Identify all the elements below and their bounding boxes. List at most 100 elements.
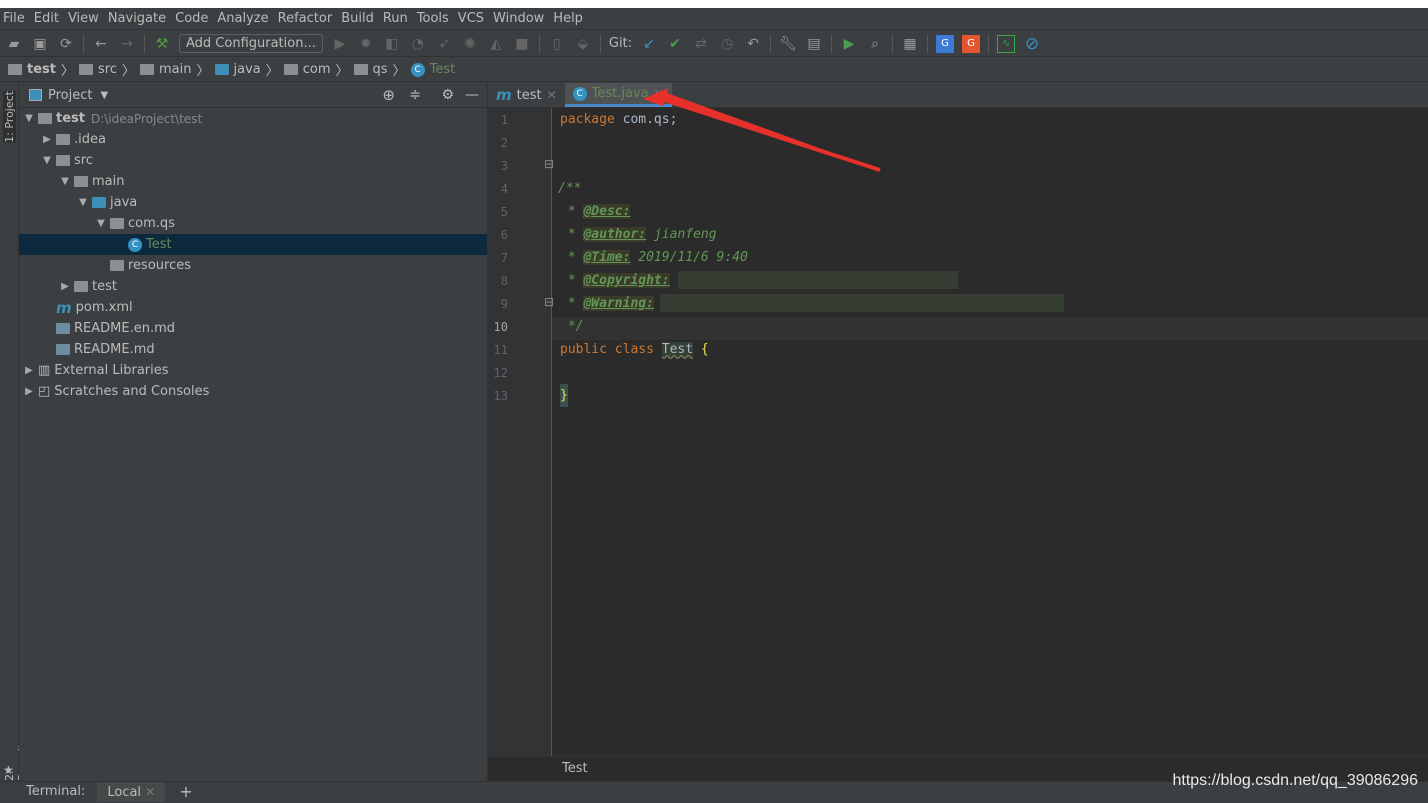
debug-remote-icon[interactable]: ✺ — [461, 35, 479, 53]
code-brace: } — [560, 384, 568, 407]
tree-item[interactable]: ▶ test — [19, 276, 487, 297]
tree-item[interactable]: ▶ ◰ Scratches and Consoles — [19, 381, 487, 402]
menu-view[interactable]: View — [68, 11, 99, 26]
collapse-all-icon[interactable]: ≑ — [409, 87, 421, 103]
translate-alt-icon[interactable]: G — [962, 34, 981, 53]
locate-icon[interactable]: ⊕ — [382, 86, 395, 104]
menu-navigate[interactable]: Navigate — [108, 11, 166, 26]
git-commit-icon[interactable]: ✔ — [666, 35, 684, 53]
tree-item[interactable]: ▼ test D:\ideaProject\test — [19, 108, 487, 129]
javadoc-tag: @Desc: — [583, 204, 631, 219]
class-icon: C — [128, 237, 142, 252]
add-configuration-button[interactable]: Add Configuration... — [179, 34, 323, 53]
menu-tools[interactable]: Tools — [417, 11, 449, 26]
git-history-icon[interactable]: ◷ — [718, 35, 736, 53]
run-icon[interactable]: ▶ — [331, 35, 349, 53]
tree-item[interactable]: ▼ java — [19, 192, 487, 213]
project-tree: ▼ test D:\ideaProject\test ▶ .idea ▼ src ▼ main ▼… — [19, 108, 487, 402]
breadcrumb-item[interactable]: com — [303, 62, 331, 77]
project-view-selector[interactable]: Project — [48, 88, 92, 103]
menu-code[interactable]: Code — [175, 11, 208, 26]
star-icon: ★ — [3, 763, 14, 777]
folder-icon — [283, 64, 298, 75]
hide-panel-icon[interactable]: — — [465, 87, 479, 103]
menu-analyze[interactable]: Analyze — [217, 11, 268, 26]
translate-icon[interactable]: G — [936, 34, 955, 53]
tree-item[interactable]: ▶ .idea — [19, 129, 487, 150]
menu-file[interactable]: File — [3, 11, 25, 26]
expand-arrow-icon[interactable]: ▼ — [22, 113, 36, 124]
tab-test-java[interactable]: C Test.java ✕ — [564, 83, 672, 107]
collapse-arrow-icon[interactable]: ▶ — [40, 134, 54, 145]
open-icon[interactable]: ▰ — [5, 35, 23, 53]
tab-label[interactable]: Local — [107, 785, 141, 800]
close-icon[interactable]: ✕ — [145, 785, 155, 799]
menu-run[interactable]: Run — [383, 11, 408, 26]
search-icon[interactable]: ⌕ — [866, 35, 884, 53]
tree-item[interactable]: ▶ ▥ External Libraries — [19, 360, 487, 381]
tree-item[interactable]: README.en.md — [19, 318, 487, 339]
debug-icon[interactable]: ✹ — [357, 35, 375, 53]
build-hammer-icon[interactable]: ⚒ — [153, 35, 171, 53]
breadcrumb-item[interactable]: Test — [430, 62, 456, 77]
menu-edit[interactable]: Edit — [34, 11, 59, 26]
close-icon[interactable]: ✕ — [654, 87, 664, 101]
breadcrumb-item[interactable]: java — [234, 62, 261, 77]
back-icon[interactable]: ← — [92, 35, 110, 53]
add-terminal-button[interactable]: + — [179, 782, 192, 801]
fold-icon[interactable]: ⊟ — [544, 295, 554, 309]
tree-item[interactable]: C Test — [19, 234, 487, 255]
terminal-icon[interactable]: ▶ — [840, 35, 858, 53]
git-revert-icon[interactable]: ↶ — [744, 35, 762, 53]
menu-vcs[interactable]: VCS — [458, 11, 484, 26]
chevron-down-icon[interactable]: ▼ — [100, 90, 108, 101]
collapse-arrow-icon[interactable]: ▶ — [58, 281, 72, 292]
gear-icon[interactable]: ⚙ — [441, 87, 454, 103]
line-number: 1 — [500, 113, 508, 127]
expand-arrow-icon[interactable]: ▼ — [58, 176, 72, 187]
code-comment: jianfeng — [646, 227, 717, 242]
profile-icon[interactable]: ◔ — [409, 35, 427, 53]
run-remote-icon[interactable]: ➶ — [435, 35, 453, 53]
power-save-icon[interactable]: ⊘ — [1023, 34, 1041, 54]
git-update-icon[interactable]: ↙ — [640, 35, 658, 53]
expand-arrow-icon[interactable]: ▼ — [40, 155, 54, 166]
deploy-icon[interactable]: ⬙ — [574, 35, 592, 53]
tree-item[interactable]: ▼ com.qs — [19, 213, 487, 234]
attach-icon[interactable]: ◭ — [487, 35, 505, 53]
fold-icon[interactable]: ⊟ — [544, 157, 554, 171]
stop-icon[interactable]: ■ — [513, 35, 531, 53]
project-tool-button[interactable]: 1: Project — [3, 91, 16, 143]
collapse-arrow-icon[interactable]: ▶ — [22, 365, 36, 376]
coverage-icon[interactable]: ◧ — [383, 35, 401, 53]
plugin-icon[interactable]: ▦ — [901, 35, 919, 53]
forward-icon[interactable]: → — [118, 35, 136, 53]
breadcrumb-item[interactable]: test — [27, 62, 56, 77]
project-structure-icon[interactable]: ▤ — [805, 35, 823, 53]
expand-arrow-icon[interactable]: ▼ — [76, 197, 90, 208]
close-icon[interactable]: ✕ — [547, 88, 557, 102]
tree-item[interactable]: resources — [19, 255, 487, 276]
collapse-arrow-icon[interactable]: ▶ — [22, 386, 36, 397]
save-icon[interactable]: ▣ — [31, 35, 49, 53]
menu-window[interactable]: Window — [493, 11, 544, 26]
breadcrumb-item[interactable]: qs — [373, 62, 388, 77]
tree-item[interactable]: ▼ src — [19, 150, 487, 171]
menu-help[interactable]: Help — [553, 11, 583, 26]
terminal-label[interactable]: Terminal: — [26, 784, 85, 799]
menu-build[interactable]: Build — [341, 11, 374, 26]
tree-item[interactable]: README.md — [19, 339, 487, 360]
folder-icon — [56, 155, 70, 166]
settings-wrench-icon[interactable]: 🔧︎ — [779, 35, 797, 53]
activity-monitor-icon[interactable]: ∿ — [997, 34, 1016, 53]
tab-test[interactable]: m test ✕ — [488, 83, 565, 107]
device-icon[interactable]: ▯ — [548, 35, 566, 53]
tree-item[interactable]: m pom.xml — [19, 297, 487, 318]
menu-refactor[interactable]: Refactor — [278, 11, 333, 26]
breadcrumb-item[interactable]: main — [159, 62, 191, 77]
expand-arrow-icon[interactable]: ▼ — [94, 218, 108, 229]
sync-icon[interactable]: ⟳ — [57, 35, 75, 53]
breadcrumb-item[interactable]: src — [98, 62, 117, 77]
git-compare-icon[interactable]: ⇄ — [692, 35, 710, 53]
tree-item[interactable]: ▼ main — [19, 171, 487, 192]
